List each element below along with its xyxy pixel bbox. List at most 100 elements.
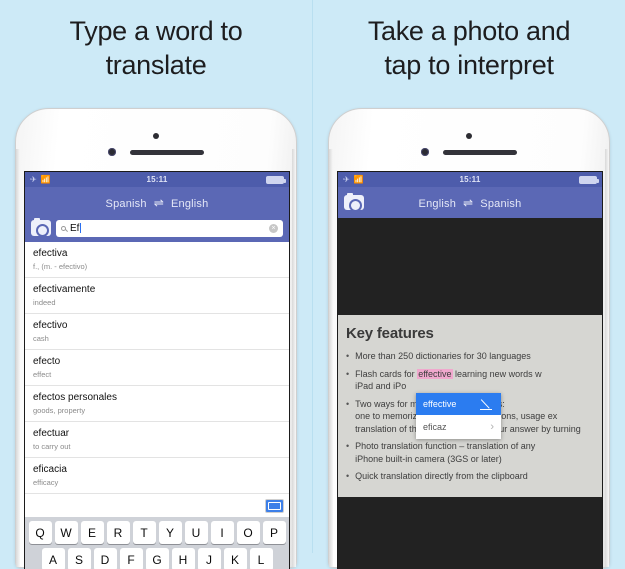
document-bullet[interactable]: • Quick translation directly from the cl… bbox=[346, 470, 594, 483]
popup-source-word-row[interactable]: effective bbox=[416, 393, 501, 415]
status-bar-time: 15:11 bbox=[459, 175, 481, 184]
nav-bar-right: English ⇌ Spanish bbox=[338, 187, 602, 218]
document-bullet[interactable]: • Flash cards for effective learning new… bbox=[346, 368, 594, 393]
key-r[interactable]: R bbox=[106, 521, 130, 544]
key-h[interactable]: H bbox=[171, 548, 195, 569]
keyboard-dismiss-icon[interactable] bbox=[265, 499, 284, 513]
highlighted-word[interactable]: effective bbox=[417, 368, 453, 379]
word-term: efectuar bbox=[33, 428, 70, 439]
popup-source-word: effective bbox=[423, 399, 457, 409]
nav-bar-left: Spanish ⇌ English bbox=[25, 187, 289, 218]
key-i[interactable]: I bbox=[210, 521, 234, 544]
key-y[interactable]: Y bbox=[158, 521, 182, 544]
key-f[interactable]: F bbox=[119, 548, 143, 569]
key-p[interactable]: P bbox=[262, 521, 286, 544]
key-k[interactable]: K bbox=[223, 548, 247, 569]
document-bullet[interactable]: • More than 250 dictionaries for 30 lang… bbox=[346, 350, 594, 363]
clear-icon[interactable]: × bbox=[269, 223, 278, 233]
earpiece-speaker bbox=[443, 150, 517, 155]
key-e[interactable]: E bbox=[80, 521, 104, 544]
key-d[interactable]: D bbox=[93, 548, 117, 569]
bullet-icon: • bbox=[346, 368, 350, 379]
status-bar-right: ✈ 📶 15:11 bbox=[338, 172, 602, 187]
earpiece-speaker bbox=[130, 150, 204, 155]
word-definition: effect bbox=[33, 370, 52, 379]
key-j[interactable]: J bbox=[197, 548, 221, 569]
bullet-text-pre: Flash cards for bbox=[355, 368, 418, 379]
source-language-label[interactable]: Spanish bbox=[106, 198, 147, 210]
bullet-text: Photo translation function – translation… bbox=[355, 440, 535, 465]
proximity-sensor-icon bbox=[108, 148, 116, 156]
word-term: efectivo bbox=[33, 320, 68, 331]
word-term: eficacia bbox=[33, 464, 67, 475]
bullet-text: Flash cards for effective learning new w… bbox=[355, 368, 542, 393]
target-language-label[interactable]: Spanish bbox=[480, 198, 521, 210]
document-bullet[interactable]: • Photo translation function – translati… bbox=[346, 440, 594, 465]
bullet-icon: • bbox=[346, 398, 350, 409]
popup-translation: eficaz bbox=[423, 422, 447, 432]
source-language-label[interactable]: English bbox=[419, 198, 456, 210]
key-l[interactable]: L bbox=[249, 548, 273, 569]
status-bar-right-icons bbox=[579, 175, 599, 184]
photo-translation-view[interactable]: Key features • More than 250 dictionarie… bbox=[338, 218, 602, 569]
search-input-value: Ef bbox=[70, 222, 80, 234]
phone-device-right: ✈ 📶 15:11 English ⇌ Spanish Key features bbox=[328, 108, 610, 569]
list-item[interactable]: efectivo cash bbox=[25, 314, 289, 350]
word-definition: f., (m. - efectivo) bbox=[33, 262, 88, 271]
headline-left: Type a word to translate bbox=[0, 14, 312, 82]
keyboard-row-2: A S D F G H J K L bbox=[25, 548, 289, 569]
battery-icon bbox=[266, 175, 286, 184]
phone-bezel-right bbox=[292, 149, 296, 567]
virtual-keyboard[interactable]: Q W E R T Y U I O P A S D F G H J K L bbox=[25, 517, 289, 569]
headline-left-line1: Type a word to bbox=[69, 16, 243, 46]
bullet-icon: • bbox=[346, 351, 350, 361]
bullet-icon: • bbox=[346, 471, 350, 481]
word-definition: cash bbox=[33, 334, 49, 343]
word-list[interactable]: efectiva f., (m. - efectivo) efectivamen… bbox=[25, 242, 289, 494]
list-item[interactable]: eficacia efficacy bbox=[25, 458, 289, 494]
list-item[interactable]: efectuar to carry out bbox=[25, 422, 289, 458]
list-item[interactable]: efectiva f., (m. - efectivo) bbox=[25, 242, 289, 278]
headline-right-line1: Take a photo and bbox=[367, 16, 571, 46]
pencil-icon[interactable] bbox=[480, 398, 494, 411]
word-term: efectivamente bbox=[33, 284, 96, 295]
swap-languages-icon[interactable]: ⇌ bbox=[463, 196, 473, 210]
key-u[interactable]: U bbox=[184, 521, 208, 544]
keyboard-row-1: Q W E R T Y U I O P bbox=[25, 521, 289, 544]
document-title: Key features bbox=[346, 325, 434, 342]
phone-bezel-left bbox=[16, 149, 20, 567]
target-language-label[interactable]: English bbox=[171, 198, 208, 210]
key-w[interactable]: W bbox=[54, 521, 78, 544]
chevron-right-icon[interactable]: › bbox=[490, 421, 494, 433]
word-definition: efficacy bbox=[33, 478, 59, 487]
status-bar-left: ✈ 📶 15:11 bbox=[25, 172, 289, 187]
search-input[interactable]: Ef × bbox=[56, 219, 283, 237]
keyboard-glyph bbox=[268, 502, 281, 510]
swap-languages-icon[interactable]: ⇌ bbox=[154, 196, 164, 210]
key-q[interactable]: Q bbox=[28, 521, 52, 544]
language-selector-left[interactable]: Spanish ⇌ English bbox=[25, 196, 289, 210]
phone-bezel-right bbox=[605, 149, 609, 567]
bullet-text-post: learning new words w bbox=[452, 368, 542, 379]
key-g[interactable]: G bbox=[145, 548, 169, 569]
key-o[interactable]: O bbox=[236, 521, 260, 544]
translation-popup[interactable]: effective eficaz › bbox=[416, 393, 501, 439]
key-t[interactable]: T bbox=[132, 521, 156, 544]
panel-left: Type a word to translate ✈ 📶 15:11 Spani bbox=[0, 0, 312, 569]
headline-right-line2: tap to interpret bbox=[384, 50, 554, 80]
key-a[interactable]: A bbox=[41, 548, 65, 569]
list-item[interactable]: efecto effect bbox=[25, 350, 289, 386]
bullet-icon: • bbox=[346, 441, 350, 451]
popup-translation-row[interactable]: eficaz › bbox=[416, 415, 501, 439]
status-bar-right-icons bbox=[266, 175, 286, 184]
list-item[interactable]: efectivamente indeed bbox=[25, 278, 289, 314]
panel-right: Take a photo and tap to interpret ✈ 📶 15… bbox=[313, 0, 625, 569]
document-page: Key features • More than 250 dictionarie… bbox=[338, 315, 602, 497]
battery-icon bbox=[579, 175, 599, 184]
phone-bezel-left bbox=[329, 149, 333, 567]
language-selector-right[interactable]: English ⇌ Spanish bbox=[338, 196, 602, 210]
word-term: efectiva bbox=[33, 248, 68, 259]
camera-button[interactable] bbox=[31, 218, 51, 237]
list-item[interactable]: efectos personales goods, property bbox=[25, 386, 289, 422]
key-s[interactable]: S bbox=[67, 548, 91, 569]
